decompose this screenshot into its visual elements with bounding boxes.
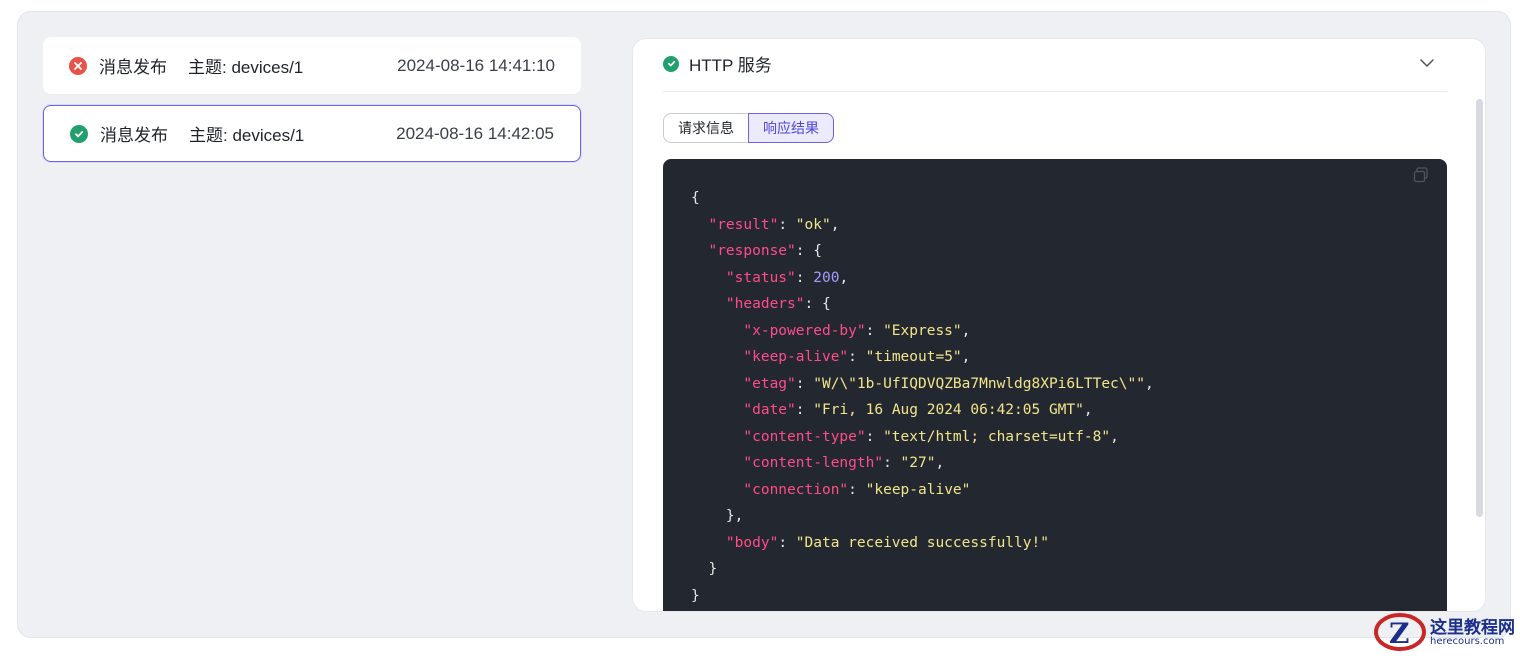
code-line: "date": "Fri, 16 Aug 2024 06:42:05 GMT", (743, 402, 1093, 418)
event-topic: 主题: devices/1 (188, 58, 304, 77)
code-line: "status": 200, (725, 269, 849, 286)
tab-request-info[interactable]: 请求信息 (663, 113, 749, 143)
code-line: "headers": { (725, 296, 831, 312)
event-title: 消息发布 (99, 58, 167, 77)
event-item-selected[interactable]: 消息发布 主题: devices/1 2024-08-16 14:42:05 (43, 105, 581, 162)
panel-title: HTTP 服务 (689, 56, 772, 75)
event-time: 2024-08-16 14:42:05 (396, 123, 554, 143)
event-time: 2024-08-16 14:41:10 (397, 55, 555, 75)
code-line: "content-type": "text/html; charset=utf-… (743, 428, 1119, 445)
code-line: "content-length": "27", (743, 455, 945, 471)
watermark-logo: Z 这里教程网 herecours.com (1372, 608, 1520, 654)
success-icon (70, 124, 88, 143)
logo-z-icon: Z (1374, 613, 1426, 651)
code-line: "body": "Data received successfully!" (725, 534, 1049, 551)
json-code-block: { "result": "ok", "response": { "status"… (663, 159, 1447, 611)
chevron-down-icon[interactable] (1417, 53, 1437, 73)
svg-text:Z: Z (1389, 617, 1409, 650)
code-line: "result": "ok", (708, 216, 840, 233)
code-line: "connection": "keep-alive" (743, 481, 971, 498)
event-title: 消息发布 (100, 126, 168, 145)
scrollbar[interactable] (1476, 99, 1483, 517)
code-line: }, (691, 508, 744, 524)
code-line: } (691, 561, 718, 577)
code-line: "etag": "W/\"1b-UfIQDVQZBa7Mnwldg8XPi6LT… (743, 375, 1154, 392)
code-lines: { "result": "ok", "response": { "status"… (691, 185, 1447, 609)
detail-panel: HTTP 服务 请求信息 响应结果 { "result": "ok", "res… (632, 38, 1486, 612)
event-item[interactable]: 消息发布 主题: devices/1 2024-08-16 14:41:10 (43, 37, 581, 94)
divider (663, 91, 1447, 92)
code-line: } (691, 587, 700, 604)
watermark-text: 这里教程网 (1430, 618, 1515, 638)
panel-header[interactable]: HTTP 服务 (663, 51, 772, 76)
code-line: "x-powered-by": "Express", (743, 322, 971, 339)
tab-response-result[interactable]: 响应结果 (748, 113, 834, 143)
code-line: "response": { (708, 243, 822, 259)
copy-icon[interactable] (1413, 167, 1429, 183)
error-icon (69, 56, 87, 75)
code-line: "keep-alive": "timeout=5", (743, 349, 971, 365)
watermark-url: herecours.com (1430, 636, 1505, 647)
event-topic: 主题: devices/1 (189, 126, 305, 145)
code-line: { (691, 190, 700, 206)
tab-group: 请求信息 响应结果 (663, 113, 834, 143)
success-icon (663, 55, 679, 72)
